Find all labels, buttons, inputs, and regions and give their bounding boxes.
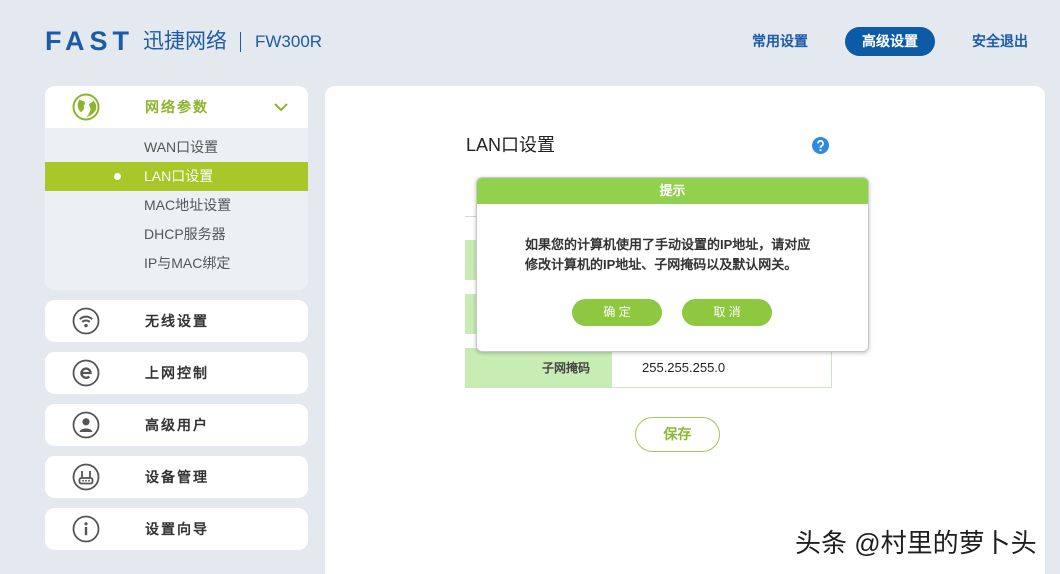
chevron-down-icon <box>274 100 288 114</box>
submenu-item-label: DHCP服务器 <box>144 226 226 242</box>
brand-name: 迅捷网络 <box>143 30 227 53</box>
submenu-item-dhcp[interactable]: DHCP服务器 <box>45 220 308 249</box>
sidebar-group-advanced-users: 高级用户 <box>45 404 308 446</box>
subnet-mask-label: 子网掩码 <box>465 348 612 388</box>
submenu-item-mac[interactable]: MAC地址设置 <box>45 191 308 220</box>
sidebar-item-label: 高级用户 <box>145 417 209 433</box>
sidebar-item-setup-wizard[interactable]: 设置向导 <box>45 508 308 550</box>
cancel-button[interactable]: 取 消 <box>682 299 772 326</box>
confirm-button[interactable]: 确 定 <box>572 299 662 326</box>
submenu-item-ip-mac-binding[interactable]: IP与MAC绑定 <box>45 249 308 278</box>
info-icon <box>72 515 100 543</box>
nav-logout[interactable]: 安全退出 <box>972 27 1028 56</box>
brand-logo: FAST <box>45 26 135 56</box>
dialog-message-line: 如果您的计算机使用了手动设置的IP地址，请对应 <box>525 237 811 252</box>
submenu-item-lan[interactable]: LAN口设置 <box>45 162 308 191</box>
nav-advanced-settings[interactable]: 高级设置 <box>845 27 935 56</box>
prompt-dialog: 提示 如果您的计算机使用了手动设置的IP地址，请对应 修改计算机的IP地址、子网… <box>476 177 869 352</box>
e-icon <box>72 359 100 387</box>
dialog-title: 提示 <box>477 178 868 204</box>
router-icon <box>72 463 100 491</box>
sidebar-item-network[interactable]: 网络参数 <box>45 86 308 128</box>
sidebar-item-label: 设置向导 <box>145 521 209 537</box>
sidebar-item-device-management[interactable]: 设备管理 <box>45 456 308 498</box>
sidebar-group-wireless: 无线设置 <box>45 300 308 342</box>
sidebar-item-label: 网络参数 <box>145 99 209 115</box>
selected-dot-icon <box>114 173 121 180</box>
nav-common-settings[interactable]: 常用设置 <box>752 27 808 56</box>
submenu-item-label: WAN口设置 <box>144 139 219 155</box>
sidebar-item-internet-control[interactable]: 上网控制 <box>45 352 308 394</box>
globe-icon <box>72 93 100 121</box>
header-divider <box>240 32 241 52</box>
page-title: LAN口设置 <box>466 135 556 155</box>
submenu-item-label: LAN口设置 <box>144 168 214 184</box>
subnet-mask-input[interactable]: 255.255.255.0 <box>612 348 832 388</box>
submenu-network: WAN口设置 LAN口设置 MAC地址设置 DHCP服务器 IP与MAC绑定 <box>45 128 308 290</box>
sidebar-item-label: 无线设置 <box>145 313 209 329</box>
submenu-item-label: MAC地址设置 <box>144 197 232 213</box>
device-model: FW300R <box>255 32 323 51</box>
sidebar-item-advanced-users[interactable]: 高级用户 <box>45 404 308 446</box>
dialog-message: 如果您的计算机使用了手动设置的IP地址，请对应 修改计算机的IP地址、子网掩码以… <box>525 235 810 275</box>
sidebar-group-device-management: 设备管理 <box>45 456 308 498</box>
submenu-item-wan[interactable]: WAN口设置 <box>45 133 308 162</box>
sidebar-group-internet-control: 上网控制 <box>45 352 308 394</box>
sidebar-item-wireless[interactable]: 无线设置 <box>45 300 308 342</box>
sidebar-group-network: 网络参数 WAN口设置 LAN口设置 MAC地址设置 DHCP服务器 IP与MA… <box>45 86 308 290</box>
save-button[interactable]: 保存 <box>635 417 720 452</box>
sidebar-item-label: 上网控制 <box>145 365 209 381</box>
dialog-message-line: 修改计算机的IP地址、子网掩码以及默认网关。 <box>525 257 798 272</box>
user-icon <box>72 411 100 439</box>
sidebar-item-label: 设备管理 <box>145 469 209 485</box>
sidebar-group-setup-wizard: 设置向导 <box>45 508 308 550</box>
watermark-text: 头条 @村里的萝卜头 <box>795 528 1037 558</box>
help-icon[interactable] <box>812 137 829 154</box>
submenu-item-label: IP与MAC绑定 <box>144 255 231 271</box>
wifi-icon <box>72 307 100 335</box>
